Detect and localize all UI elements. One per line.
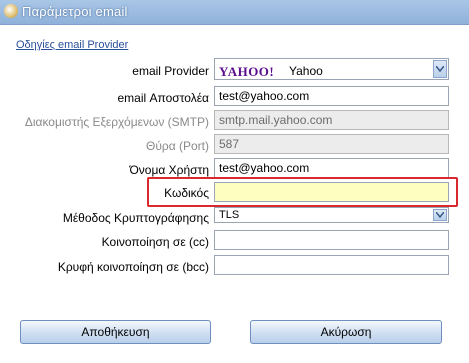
smtp-label: Διακομιστής Εξερχόμενων (SMTP) bbox=[24, 115, 209, 129]
provider-label: email Provider bbox=[132, 64, 209, 78]
port-field: 587 bbox=[214, 134, 449, 154]
save-button[interactable]: Αποθήκευση bbox=[20, 320, 211, 344]
app-icon bbox=[4, 4, 18, 18]
password-label: Κωδικός bbox=[164, 186, 209, 200]
bcc-label: Κρυφή κοινοποίηση σε (bcc) bbox=[57, 260, 209, 274]
cc-field[interactable] bbox=[214, 230, 449, 250]
provider-value: Yahoo bbox=[289, 64, 323, 78]
sender-email-field[interactable]: test@yahoo.com bbox=[214, 86, 449, 106]
smtp-field: smtp.mail.yahoo.com bbox=[214, 110, 449, 130]
chevron-down-icon[interactable] bbox=[433, 60, 447, 78]
encryption-value: TLS bbox=[219, 209, 240, 221]
bcc-field[interactable] bbox=[214, 255, 449, 275]
title-bar: Παράμετροι email bbox=[0, 0, 469, 25]
port-label: Θύρα (Port) bbox=[146, 139, 209, 153]
sender-label: email Αποστολέα bbox=[117, 91, 209, 105]
username-label: Όνομα Χρήστη bbox=[129, 163, 209, 177]
cc-label: Κοινοποίηση σε (cc) bbox=[101, 235, 209, 249]
email-settings-window: Παράμετροι email Οδηγίες email Provider … bbox=[0, 0, 469, 363]
password-field[interactable] bbox=[214, 182, 449, 202]
cancel-button[interactable]: Ακύρωση bbox=[250, 320, 442, 344]
provider-help-link[interactable]: Οδηγίες email Provider bbox=[16, 39, 128, 51]
encryption-label: Μέθοδος Κρυπτογράφησης bbox=[62, 211, 209, 225]
window-title: Παράμετροι email bbox=[22, 4, 128, 19]
yahoo-logo: YAHOO! bbox=[219, 64, 275, 79]
username-field[interactable]: test@yahoo.com bbox=[214, 158, 449, 178]
encryption-select[interactable]: TLS bbox=[214, 207, 449, 223]
provider-select[interactable]: YAHOO! Yahoo bbox=[214, 58, 449, 80]
chevron-down-icon[interactable] bbox=[433, 209, 447, 221]
